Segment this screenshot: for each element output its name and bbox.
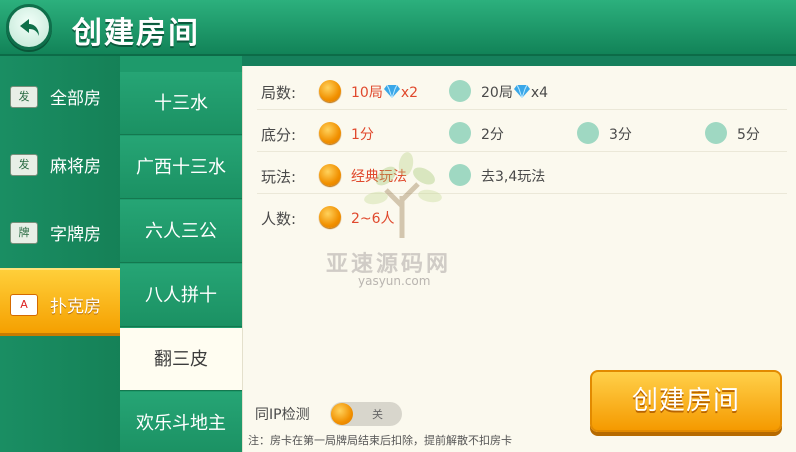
page-title: 创建房间: [72, 16, 200, 51]
ip-check-label: 同IP检测: [255, 407, 310, 423]
word-cards-icon: 牌: [10, 222, 38, 244]
category-poker-rooms[interactable]: A 扑克房: [0, 268, 120, 336]
back-arrow-icon: [20, 19, 39, 36]
play-mode-label: 玩法:: [261, 168, 297, 186]
create-room-button[interactable]: 创建房间: [590, 370, 782, 432]
base-score-label: 底分:: [261, 126, 297, 144]
watermark-tree-logo: [364, 152, 442, 238]
game-item[interactable]: 欢乐斗地主: [120, 392, 242, 452]
header: 创建房间: [0, 0, 796, 56]
radio-selected[interactable]: [319, 206, 341, 228]
category-label: 扑克房: [50, 297, 101, 317]
category-all-rooms[interactable]: 发 全部房: [0, 62, 120, 128]
mahjong-tile-icon: 发: [10, 86, 38, 108]
diamond-icon: [513, 85, 530, 98]
players-row: 人数: 2~6人: [257, 196, 787, 236]
base-score-row: 底分: 1分 2分 3分 5分: [257, 112, 787, 152]
game-list: 十三水 广西十三水 六人三公 八人拼十 翻三皮 欢乐斗地主: [120, 56, 242, 452]
category-label: 全部房: [50, 89, 101, 109]
players-label: 人数:: [261, 210, 297, 228]
category-mahjong-rooms[interactable]: 发 麻将房: [0, 130, 120, 196]
rounds-label: 局数:: [261, 84, 297, 102]
radio-unselected[interactable]: [449, 122, 471, 144]
radio-unselected[interactable]: [705, 122, 727, 144]
category-label: 字牌房: [50, 225, 101, 245]
game-item[interactable]: 六人三公: [120, 200, 242, 263]
radio-selected[interactable]: [319, 164, 341, 186]
game-item[interactable]: 八人拼十: [120, 264, 242, 327]
category-label: 麻将房: [50, 157, 101, 177]
diamond-icon: [383, 85, 400, 98]
room-card-note: 注：房卡在第一局牌局结束后扣除，提前解散不扣房卡: [248, 434, 512, 447]
game-item-selected[interactable]: 翻三皮: [120, 328, 242, 391]
toggle-state-label: 关: [372, 408, 383, 421]
category-word-card-rooms[interactable]: 牌 字牌房: [0, 198, 120, 264]
watermark-url: yasyun.com: [358, 274, 431, 288]
radio-unselected[interactable]: [577, 122, 599, 144]
play-mode-row: 玩法: 经典玩法 去3,4玩法: [257, 154, 787, 194]
poker-cards-icon: A: [10, 294, 38, 316]
mahjong-tile-icon: 发: [10, 154, 38, 176]
toggle-knob[interactable]: [331, 403, 353, 425]
back-button[interactable]: [6, 4, 52, 50]
ip-check-toggle[interactable]: 关: [330, 402, 402, 426]
rounds-row: 局数: 10局 x2 20局 x4: [257, 70, 787, 110]
radio-unselected[interactable]: [449, 164, 471, 186]
category-sidebar: 发 全部房 发 麻将房 牌 字牌房 A 扑克房: [0, 56, 120, 452]
radio-selected[interactable]: [319, 122, 341, 144]
game-item[interactable]: 十三水: [120, 72, 242, 135]
radio-unselected[interactable]: [449, 80, 471, 102]
game-item[interactable]: 广西十三水: [120, 136, 242, 199]
radio-selected[interactable]: [319, 80, 341, 102]
